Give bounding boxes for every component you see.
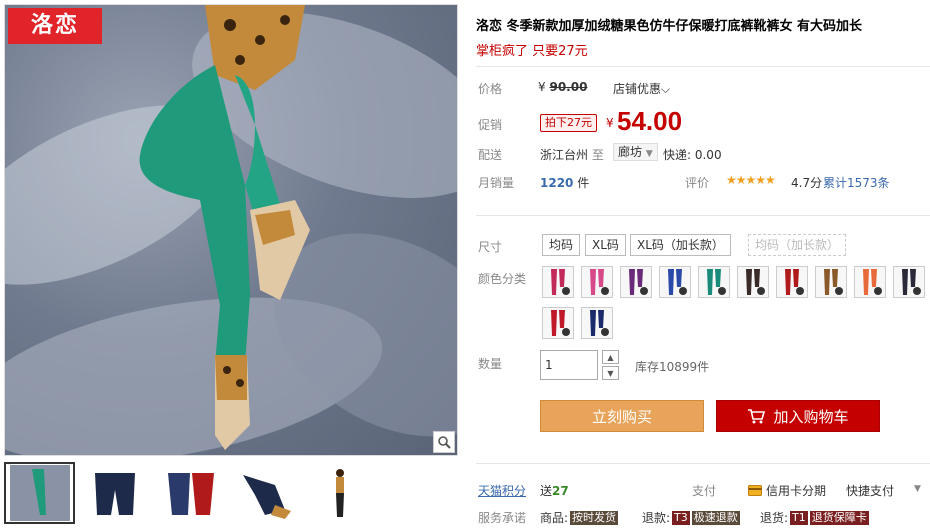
ship-to-location: 廊坊 [618, 145, 643, 159]
thumbnail-strip [4, 462, 458, 526]
rating-stars-icon: ★★★★★ [726, 173, 776, 187]
monthly-sales-label: 月销量 [478, 176, 515, 190]
size-option[interactable]: XL码 [585, 234, 626, 256]
ship-from: 浙江台州 至 [540, 146, 604, 163]
shop-discount-dropdown[interactable]: 店铺优惠⌵ [613, 80, 670, 97]
color-swatch[interactable] [776, 266, 808, 298]
promise-badge: T1 [790, 510, 808, 525]
color-swatch[interactable] [659, 266, 691, 298]
promise-shipping: 商品: 按时发货 [540, 509, 619, 526]
color-swatch[interactable] [620, 266, 652, 298]
promise-refund: 退款: T3 极速退款 [642, 509, 740, 526]
sales-unit: 件 [577, 176, 590, 190]
model-legs-illustration [139, 5, 310, 450]
promise-tag[interactable]: 极速退款 [691, 510, 740, 525]
price-label: 价格 [478, 82, 503, 96]
promise-return: 退货: T1 退货保障卡 [760, 509, 869, 526]
promo-label: 促销 [478, 118, 503, 132]
add-to-cart-label: 加入购物车 [773, 407, 849, 426]
promo-tag: 拍下27元 [540, 114, 597, 132]
thumbnail-2[interactable] [79, 462, 150, 524]
size-option[interactable]: XL码（加长款） [630, 234, 731, 256]
sales-count: 1220 [540, 176, 574, 190]
points-number: 27 [552, 484, 569, 498]
thumbnail-3[interactable] [154, 462, 225, 524]
color-swatch[interactable] [581, 307, 613, 339]
monthly-sales: 1220 件 [540, 174, 589, 191]
promo-currency: ¥ [606, 116, 614, 130]
color-swatch[interactable] [698, 266, 730, 298]
size-option[interactable]: 均码 [542, 234, 581, 256]
express-fee: 快递: 0.00 [663, 148, 722, 162]
chevron-up-icon: ▲ [607, 352, 614, 362]
credit-card-icon [748, 485, 762, 496]
divider [476, 463, 930, 464]
chevron-down-icon: ⌵ [661, 82, 671, 96]
original-price-value: 90.00 [549, 80, 588, 94]
buy-now-button[interactable]: 立刻购买 [540, 400, 704, 432]
chevron-down-icon[interactable]: ▼ [914, 484, 921, 494]
ship-from-location: 浙江台州 [540, 148, 589, 162]
thumbnail-5[interactable] [304, 462, 375, 524]
color-swatch[interactable] [542, 307, 574, 339]
quantity-input[interactable] [540, 350, 598, 380]
currency-symbol: ¥ [538, 80, 546, 94]
points-value: 送27 [540, 482, 569, 499]
delivery-label: 配送 [478, 148, 503, 162]
promise-tag[interactable]: 按时发货 [570, 510, 619, 525]
rating-label: 评价 [685, 176, 710, 190]
size-label: 尺寸 [478, 240, 503, 254]
zoom-icon[interactable] [433, 431, 455, 453]
main-product-image[interactable]: 洛恋 [4, 4, 458, 456]
quantity-increase-button[interactable]: ▲ [602, 350, 619, 364]
shop-discount-label: 店铺优惠 [613, 82, 662, 96]
rating-score: 4.7分 [791, 176, 823, 190]
product-title: 洛恋 冬季新款加厚加绒糖果色仿牛仔保暖打底裤靴裤女 有大码加长 [476, 19, 863, 34]
cart-icon [748, 409, 766, 424]
size-option-disabled[interactable]: 均码（加长款） [748, 234, 847, 256]
color-swatch[interactable] [581, 266, 613, 298]
promise-prefix: 退货: [760, 511, 789, 525]
divider [476, 215, 930, 216]
color-swatch[interactable] [815, 266, 847, 298]
product-subtitle: 掌柜疯了 只要27元 [476, 44, 588, 59]
chevron-down-icon: ▼ [645, 149, 653, 159]
color-swatch[interactable] [542, 266, 574, 298]
ship-to-selector[interactable]: 廊坊 ▼ [613, 143, 658, 161]
color-swatch[interactable] [737, 266, 769, 298]
payment-label: 支付 [692, 484, 717, 498]
thumbnail-4[interactable] [229, 462, 300, 524]
color-swatch[interactable] [854, 266, 886, 298]
review-count-link[interactable]: 累计1573条 [823, 174, 890, 191]
color-swatch[interactable] [893, 266, 925, 298]
divider [476, 66, 930, 67]
promise-prefix: 退款: [642, 511, 671, 525]
brand-logo: 洛恋 [8, 8, 102, 44]
add-to-cart-button[interactable]: 加入购物车 [716, 400, 880, 432]
quantity-label: 数量 [478, 357, 503, 371]
color-label: 颜色分类 [478, 272, 527, 286]
points-prefix: 送 [540, 484, 553, 498]
promise-tag[interactable]: 退货保障卡 [809, 510, 869, 525]
tmall-points-link[interactable]: 天猫积分 [478, 482, 526, 499]
chevron-down-icon: ▼ [607, 368, 614, 378]
promo-price: 54.00 [617, 106, 683, 136]
stock-count: 库存10899件 [635, 360, 710, 374]
quantity-decrease-button[interactable]: ▼ [602, 366, 619, 380]
promise-badge: T3 [672, 510, 690, 525]
ship-to-word: 至 [591, 148, 604, 162]
credit-card-label: 信用卡分期 [766, 484, 827, 498]
quick-pay[interactable]: 快捷支付 [846, 482, 894, 499]
thumbnail-1[interactable] [4, 462, 75, 524]
product-detail-panel: 洛恋 冬季新款加厚加绒糖果色仿牛仔保暖打底裤靴裤女 有大码加长 掌柜疯了 只要2… [476, 0, 930, 529]
credit-card-installment[interactable]: 信用卡分期 [748, 482, 826, 499]
service-promise-label: 服务承诺 [478, 511, 527, 525]
original-price: ¥ 90.00 [538, 80, 587, 94]
promise-prefix: 商品: [540, 511, 569, 525]
